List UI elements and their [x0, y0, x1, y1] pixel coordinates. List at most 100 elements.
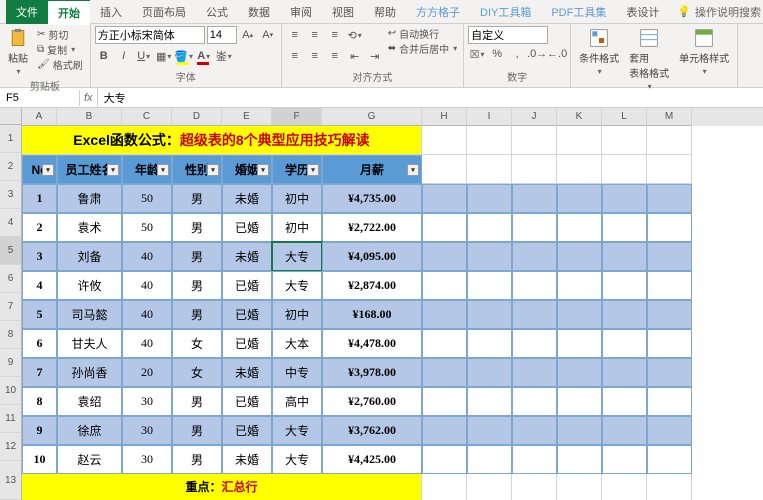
col-header-H[interactable]: H	[422, 108, 467, 126]
data-cell[interactable]: 孙尚香	[57, 358, 122, 387]
cell[interactable]	[602, 445, 647, 474]
cell[interactable]	[557, 416, 602, 445]
cell[interactable]	[557, 300, 602, 329]
cell[interactable]	[647, 213, 692, 242]
table-header[interactable]: 员工姓名▾	[57, 155, 122, 184]
data-cell[interactable]: 已婚	[222, 329, 272, 358]
cell[interactable]	[647, 271, 692, 300]
cell[interactable]	[467, 358, 512, 387]
col-header-K[interactable]: K	[557, 108, 602, 126]
cell[interactable]	[467, 329, 512, 358]
underline-button[interactable]: U▾	[135, 47, 153, 65]
data-cell[interactable]: 50	[122, 213, 172, 242]
cell[interactable]	[602, 184, 647, 213]
row-header-3[interactable]: 3	[0, 181, 22, 209]
grow-font-button[interactable]: A▴	[239, 26, 257, 44]
data-cell[interactable]: 3	[22, 242, 57, 271]
row-header-5[interactable]: 5	[0, 237, 22, 265]
data-cell[interactable]: 袁绍	[57, 387, 122, 416]
data-cell[interactable]: 已婚	[222, 416, 272, 445]
data-cell[interactable]: 40	[122, 242, 172, 271]
table-header[interactable]: 月薪▾	[322, 155, 422, 184]
cell[interactable]	[467, 155, 512, 184]
table-header[interactable]: 性别▾	[172, 155, 222, 184]
data-cell[interactable]: 初中	[272, 184, 322, 213]
data-cell[interactable]: 已婚	[222, 213, 272, 242]
cell[interactable]	[422, 155, 467, 184]
filter-button[interactable]: ▾	[257, 164, 269, 176]
cell[interactable]	[602, 271, 647, 300]
data-cell[interactable]: 5	[22, 300, 57, 329]
cell[interactable]	[557, 387, 602, 416]
cell[interactable]	[512, 387, 557, 416]
data-cell[interactable]: ¥3,978.00	[322, 358, 422, 387]
data-cell[interactable]: 未婚	[222, 184, 272, 213]
filter-button[interactable]: ▾	[42, 164, 54, 176]
data-cell[interactable]: ¥4,095.00	[322, 242, 422, 271]
cell[interactable]	[512, 242, 557, 271]
data-cell[interactable]: 徐庶	[57, 416, 122, 445]
indent-dec-button[interactable]: ⇤	[346, 47, 364, 65]
percent-button[interactable]: %	[488, 45, 506, 63]
cell[interactable]	[557, 474, 602, 500]
col-header-E[interactable]: E	[222, 108, 272, 126]
tab-tdesign[interactable]: 表设计	[616, 0, 669, 24]
phonetic-button[interactable]: 崟▾	[215, 47, 233, 65]
cell[interactable]	[602, 416, 647, 445]
data-cell[interactable]: 2	[22, 213, 57, 242]
data-cell[interactable]: ¥4,478.00	[322, 329, 422, 358]
cell[interactable]	[467, 184, 512, 213]
data-cell[interactable]: 未婚	[222, 242, 272, 271]
data-cell[interactable]: 男	[172, 387, 222, 416]
cond-format-button[interactable]: 条件格式▾	[575, 26, 623, 78]
col-header-I[interactable]: I	[467, 108, 512, 126]
cell[interactable]	[557, 184, 602, 213]
filter-button[interactable]: ▾	[307, 164, 319, 176]
table-header[interactable]: 年龄▾	[122, 155, 172, 184]
data-cell[interactable]: 中专	[272, 358, 322, 387]
number-format-select[interactable]	[468, 26, 548, 44]
formula-input[interactable]	[98, 90, 763, 106]
cell[interactable]	[512, 155, 557, 184]
cell[interactable]	[467, 387, 512, 416]
data-cell[interactable]: 30	[122, 445, 172, 474]
tab-pdf[interactable]: PDF工具集	[541, 0, 616, 24]
align-middle-button[interactable]: ≡	[306, 26, 324, 44]
indent-inc-button[interactable]: ⇥	[366, 47, 384, 65]
data-cell[interactable]: ¥2,760.00	[322, 387, 422, 416]
filter-button[interactable]: ▾	[107, 164, 119, 176]
data-cell[interactable]: 司马懿	[57, 300, 122, 329]
filter-button[interactable]: ▾	[207, 164, 219, 176]
data-cell[interactable]: 女	[172, 358, 222, 387]
cell-style-button[interactable]: 单元格样式▾	[675, 26, 733, 78]
cell[interactable]	[422, 126, 467, 155]
cell[interactable]	[647, 358, 692, 387]
tab-formula[interactable]: 公式	[196, 0, 238, 24]
data-cell[interactable]: ¥3,762.00	[322, 416, 422, 445]
table-header[interactable]: 学历▾	[272, 155, 322, 184]
data-cell[interactable]: 40	[122, 271, 172, 300]
data-cell[interactable]: 30	[122, 416, 172, 445]
data-cell[interactable]: ¥168.00	[322, 300, 422, 329]
tab-help[interactable]: 帮助	[364, 0, 406, 24]
merge-center-button[interactable]: ⬌合并后居中▾	[386, 41, 459, 55]
data-cell[interactable]: ¥4,735.00	[322, 184, 422, 213]
select-all-corner[interactable]	[0, 108, 22, 125]
cell[interactable]	[602, 474, 647, 500]
row-header-1[interactable]: 1	[0, 125, 22, 153]
cell[interactable]	[647, 329, 692, 358]
cell[interactable]	[422, 213, 467, 242]
cell[interactable]	[602, 126, 647, 155]
align-right-button[interactable]: ≡	[326, 47, 344, 65]
cell[interactable]	[512, 271, 557, 300]
tab-home[interactable]: 开始	[48, 0, 90, 25]
data-cell[interactable]: 许攸	[57, 271, 122, 300]
fx-button[interactable]: fx	[84, 92, 93, 104]
data-cell[interactable]: 大专	[272, 416, 322, 445]
cell[interactable]	[422, 416, 467, 445]
cell[interactable]	[602, 300, 647, 329]
data-cell[interactable]: ¥2,722.00	[322, 213, 422, 242]
cell[interactable]	[512, 329, 557, 358]
cell[interactable]	[557, 271, 602, 300]
tell-me[interactable]: 💡操作说明搜索	[677, 4, 761, 20]
